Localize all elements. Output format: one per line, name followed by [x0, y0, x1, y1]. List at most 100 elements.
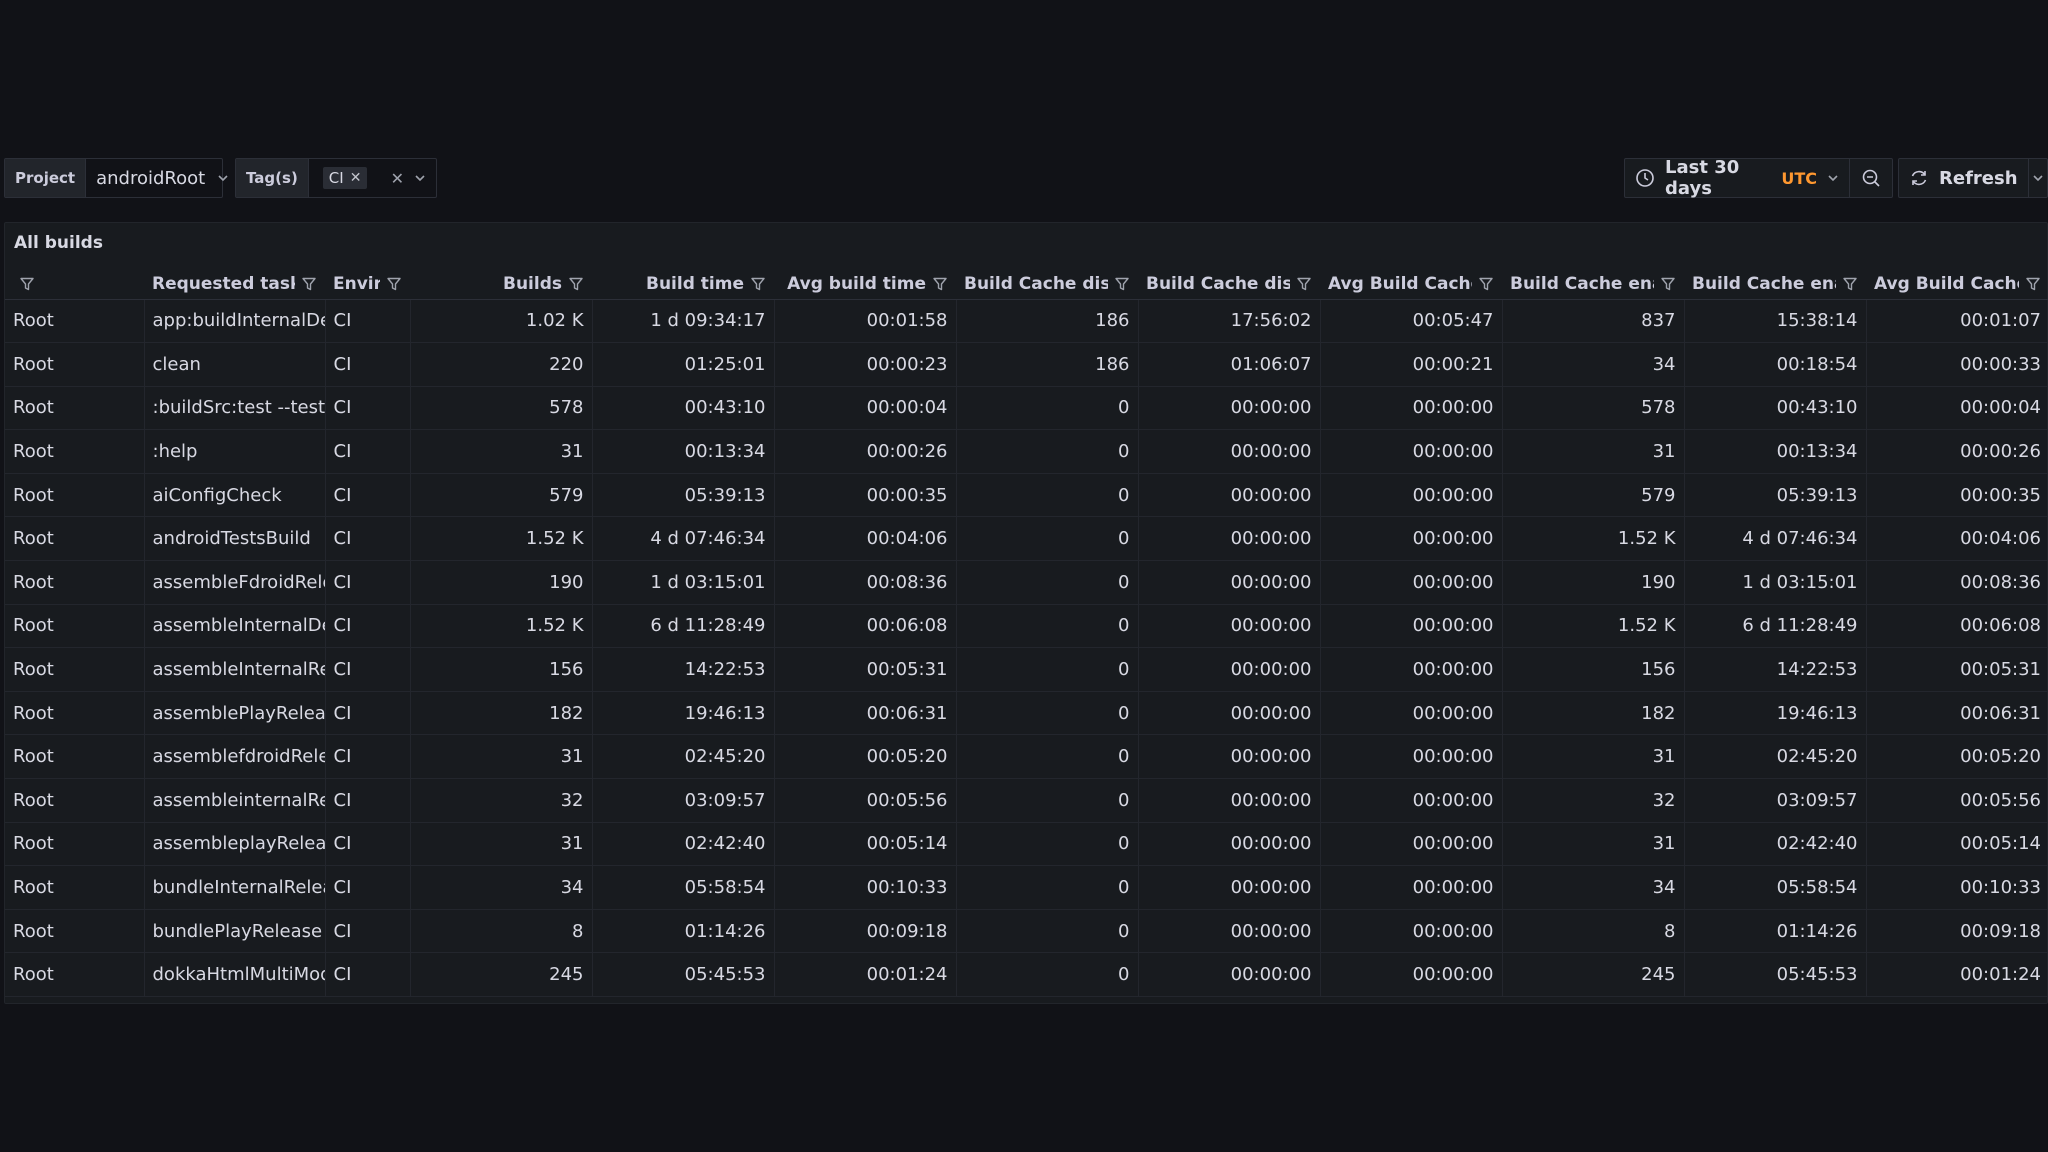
- table-cell: 00:00:00: [1138, 691, 1321, 736]
- close-icon[interactable]: ✕: [350, 170, 362, 186]
- table-cell: 00:01:24: [774, 952, 957, 997]
- project-select[interactable]: androidRoot: [86, 159, 239, 197]
- table-cell: 00:05:20: [774, 734, 957, 780]
- column-header-2[interactable]: Enviro: [325, 269, 410, 300]
- filter-icon[interactable]: [19, 276, 35, 292]
- table-cell: CI: [325, 516, 411, 562]
- filter-icon[interactable]: [386, 276, 402, 292]
- table-cell: assemblefdroidRelease: [144, 734, 326, 780]
- column-header-5[interactable]: Avg build time: [774, 269, 956, 300]
- zoom-out-button[interactable]: [1850, 159, 1892, 197]
- table-cell: 6 d 11:28:49: [592, 604, 775, 649]
- table-cell: 00:00:00: [1138, 647, 1321, 692]
- column-header-10[interactable]: Build Cache enab: [1684, 269, 1866, 300]
- column-header-9[interactable]: Build Cache enab: [1502, 269, 1684, 300]
- table-cell: 00:06:31: [1866, 691, 2048, 736]
- table-cell: 8: [1502, 909, 1685, 954]
- table-cell: 00:00:00: [1138, 386, 1321, 431]
- column-header-11[interactable]: Avg Build Cache e: [1866, 269, 2048, 300]
- table-cell: 190: [410, 560, 593, 605]
- column-header-1[interactable]: Requested tasks: [144, 269, 325, 300]
- filter-icon[interactable]: [301, 276, 317, 292]
- table-cell: clean: [144, 342, 326, 387]
- table-cell: 00:00:00: [1138, 952, 1321, 997]
- table-cell: 1.52 K: [1502, 516, 1685, 562]
- column-header-6[interactable]: Build Cache disab: [956, 269, 1138, 300]
- tags-select[interactable]: CI ✕ ✕: [309, 159, 436, 197]
- refresh-button[interactable]: Refresh: [1899, 159, 2028, 197]
- clear-tags-icon[interactable]: ✕: [391, 169, 404, 188]
- time-range-picker[interactable]: Last 30 days UTC: [1625, 157, 1849, 199]
- table-cell: Root: [5, 386, 145, 431]
- table-cell: 0: [956, 691, 1139, 736]
- column-header-8[interactable]: Avg Build Cache d: [1320, 269, 1502, 300]
- table-cell: bundlePlayRelease: [144, 909, 326, 954]
- table-cell: Root: [5, 691, 145, 736]
- table-cell: 156: [410, 647, 593, 692]
- table-cell: 05:39:13: [592, 473, 775, 518]
- column-header-3[interactable]: Builds: [410, 269, 592, 300]
- table-cell: 00:00:00: [1138, 734, 1321, 780]
- table-row: RootassembleInternalDebugCI1.52 K6 d 11:…: [5, 604, 2048, 649]
- table-cell: Root: [5, 342, 145, 387]
- table-cell: CI: [325, 734, 411, 780]
- table-cell: assembleInternalDebug: [144, 604, 326, 649]
- table-cell: bundleInternalRelease: [144, 865, 326, 910]
- table-cell: 245: [410, 952, 593, 997]
- table-cell: 14:22:53: [592, 647, 775, 692]
- table-cell: 00:00:00: [1320, 778, 1503, 823]
- table-cell: 579: [1502, 473, 1685, 518]
- table-cell: 186: [956, 299, 1139, 344]
- table-cell: 31: [410, 734, 593, 780]
- filter-icon[interactable]: [1660, 276, 1676, 292]
- table-cell: androidTestsBuild: [144, 516, 326, 562]
- filter-icon[interactable]: [1114, 276, 1130, 292]
- table-cell: 14:22:53: [1684, 647, 1867, 692]
- filter-icon[interactable]: [1842, 276, 1858, 292]
- filter-icon[interactable]: [750, 276, 766, 292]
- table-cell: 182: [410, 691, 593, 736]
- table-cell: 00:18:54: [1684, 342, 1867, 387]
- table-cell: 00:00:00: [1320, 647, 1503, 692]
- table-cell: 00:00:04: [774, 386, 957, 431]
- table-cell: 00:43:10: [592, 386, 775, 431]
- table-cell: 1.02 K: [410, 299, 593, 344]
- table-cell: 0: [956, 822, 1139, 867]
- zoom-out-icon: [1861, 168, 1881, 188]
- table-cell: 00:08:36: [774, 560, 957, 605]
- table-cell: Root: [5, 473, 145, 518]
- refresh-interval-dropdown[interactable]: [2028, 159, 2047, 197]
- project-value: androidRoot: [96, 167, 206, 189]
- table-row: RootassemblefdroidReleaseCI3102:45:2000:…: [5, 734, 2048, 780]
- filter-icon[interactable]: [2025, 276, 2041, 292]
- table-cell: 1 d 03:15:01: [592, 560, 775, 605]
- chevron-down-icon: [1827, 172, 1839, 184]
- table-cell: 00:00:26: [1866, 429, 2048, 474]
- column-header-4[interactable]: Build time: [592, 269, 774, 300]
- time-range-picker-group: Last 30 days UTC: [1624, 157, 1893, 199]
- filter-icon[interactable]: [1296, 276, 1312, 292]
- table-cell: Root: [5, 604, 145, 649]
- column-header-0[interactable]: [5, 269, 144, 300]
- project-label: Project: [5, 159, 87, 197]
- table-cell: 02:45:20: [592, 734, 775, 780]
- filter-icon[interactable]: [1478, 276, 1494, 292]
- table-row: Root aiConfigCheck CI 579 05:39:13 00:00:35 0 0…: [5, 473, 2048, 518]
- table-cell: 0: [956, 865, 1139, 910]
- table-cell: 00:00:23: [774, 342, 957, 387]
- column-header-7[interactable]: Build Cache disab: [1138, 269, 1320, 300]
- table-cell: Root: [5, 865, 145, 910]
- timezone-label: UTC: [1781, 168, 1817, 188]
- table-cell: 00:13:34: [1684, 429, 1867, 474]
- filter-icon[interactable]: [568, 276, 584, 292]
- table-cell: 19:46:13: [592, 691, 775, 736]
- table-cell: 00:00:00: [1320, 952, 1503, 997]
- table-cell: 00:05:31: [774, 647, 957, 692]
- table-row: Root androidTestsBuild CI 1.52 K4 d 07:46:3…: [5, 516, 2048, 562]
- table-cell: CI: [325, 299, 411, 344]
- table-cell: 00:05:31: [1866, 647, 2048, 692]
- table-cell: 00:43:10: [1684, 386, 1867, 431]
- filter-icon[interactable]: [932, 276, 948, 292]
- table-cell: 03:09:57: [592, 778, 775, 823]
- table-cell: CI: [325, 909, 411, 954]
